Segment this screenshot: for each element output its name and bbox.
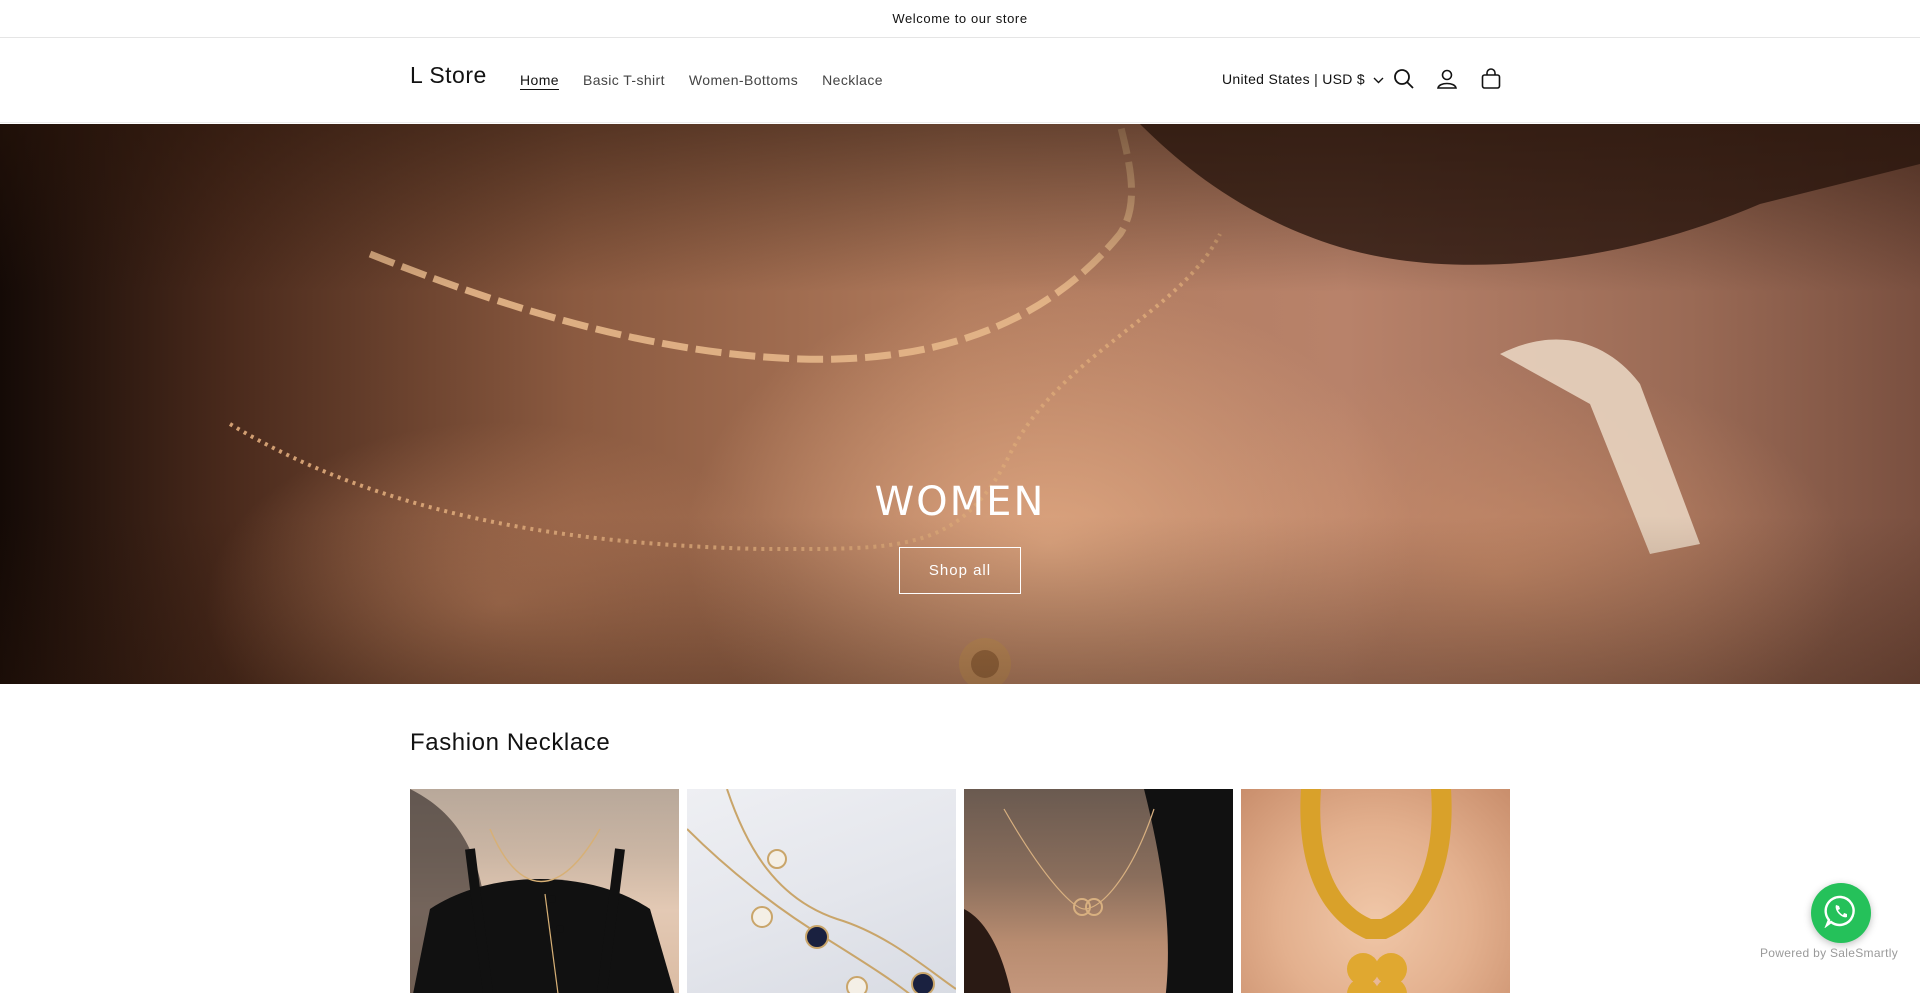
whatsapp-chat-button[interactable] (1811, 883, 1871, 943)
hero-title: WOMEN (874, 479, 1046, 525)
hero-banner: WOMEN Shop all (0, 124, 1920, 684)
search-icon[interactable] (1390, 65, 1418, 93)
chevron-down-icon (1373, 71, 1384, 87)
account-icon[interactable] (1433, 65, 1461, 93)
nav-item-women-bottoms[interactable]: Women-Bottoms (689, 72, 798, 88)
nav-item-home[interactable]: Home (520, 72, 559, 88)
powered-by-label: Powered by SaleSmartly (1760, 946, 1898, 960)
product-image (687, 789, 956, 993)
product-card[interactable] (964, 789, 1233, 993)
cart-icon[interactable] (1477, 65, 1505, 93)
shop-all-button[interactable]: Shop all (899, 547, 1021, 594)
main-nav: Home Basic T-shirt Women-Bottoms Necklac… (520, 72, 907, 88)
product-image (1300, 789, 1452, 993)
product-image (964, 789, 1233, 993)
store-logo[interactable]: L Store (410, 62, 487, 89)
nav-item-basic-tshirt[interactable]: Basic T-shirt (583, 72, 665, 88)
nav-item-necklace[interactable]: Necklace (822, 72, 883, 88)
whatsapp-icon (1824, 894, 1858, 933)
product-card[interactable] (1241, 789, 1510, 993)
product-image (410, 789, 675, 993)
collection-title: Fashion Necklace (410, 729, 611, 756)
product-grid (410, 789, 1510, 993)
country-currency-label: United States | USD $ (1222, 71, 1365, 87)
announcement-text: Welcome to our store (892, 11, 1028, 26)
site-header: L Store Home Basic T-shirt Women-Bottoms… (0, 38, 1920, 123)
country-currency-selector[interactable]: United States | USD $ (1222, 71, 1384, 87)
announcement-bar: Welcome to our store (0, 0, 1920, 38)
product-card[interactable] (410, 789, 679, 993)
product-card[interactable] (687, 789, 956, 993)
